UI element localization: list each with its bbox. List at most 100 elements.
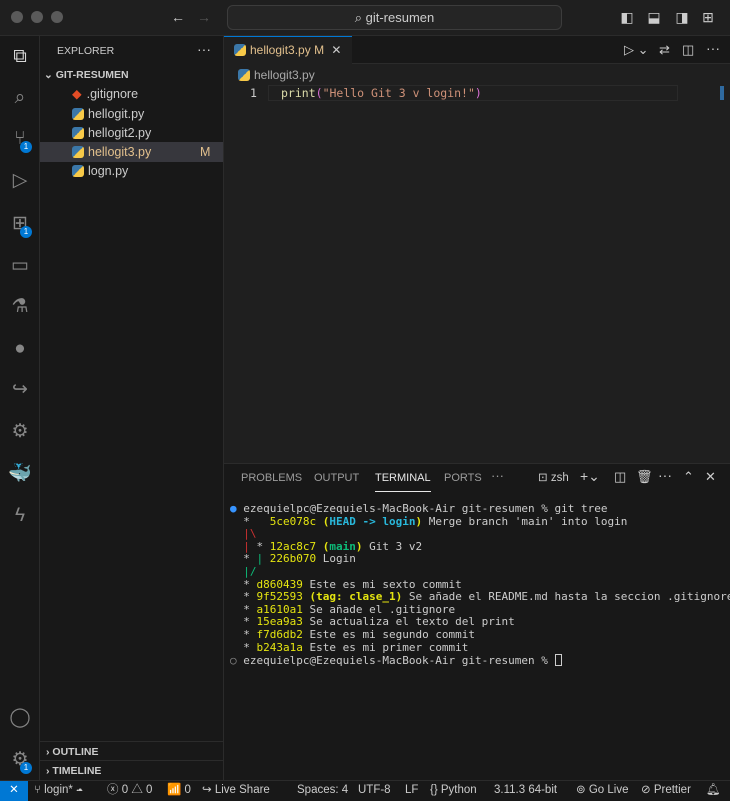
testing-icon[interactable]: ⚗: [0, 289, 40, 325]
account-icon[interactable]: ◯: [0, 700, 40, 736]
file-hellogit2[interactable]: hellogit2.py: [40, 123, 223, 143]
notifications-bell-icon[interactable]: 🔔︎: [706, 781, 721, 800]
prompt: ezequielpc@Ezequiels-MacBook-Air git-res…: [243, 502, 555, 515]
thunder-client-icon[interactable]: ϟ: [0, 498, 40, 534]
more-actions-icon[interactable]: ···: [706, 40, 720, 56]
breadcrumb-file: hellogit3.py: [254, 68, 315, 82]
close-tab-icon[interactable]: ✕: [331, 43, 341, 57]
breadcrumb[interactable]: hellogit3.py: [238, 68, 315, 82]
close-panel-icon[interactable]: ✕: [705, 469, 716, 485]
outline-section[interactable]: › OUTLINE: [40, 741, 223, 761]
branch-icon: ⑂: [34, 784, 45, 796]
tab-ports[interactable]: PORTS: [444, 472, 482, 492]
eol-selector[interactable]: LF: [405, 781, 418, 800]
branch-indicator[interactable]: ⑂ login* ☁: [34, 781, 83, 800]
github-icon[interactable]: ●: [0, 331, 40, 367]
explorer-icon[interactable]: ⧉: [0, 39, 40, 75]
toggle-panel-icon[interactable]: ⬓: [646, 9, 662, 25]
timeline-section[interactable]: › TIMELINE: [40, 760, 223, 780]
tab-problems[interactable]: PROBLEMS: [241, 472, 302, 492]
more-panel-tabs-icon[interactable]: ···: [491, 468, 504, 488]
file-label: .gitignore: [86, 87, 139, 101]
settings-gear-icon[interactable]: ⚙ 1: [0, 742, 40, 778]
remote-explorer-icon[interactable]: ▭: [0, 248, 40, 284]
tab-label: hellogit3.py: [250, 43, 311, 57]
code-string: "Hello Git 3 v login!": [322, 86, 475, 100]
split-terminal-icon[interactable]: ◫: [614, 469, 626, 485]
live-share-icon: ↪: [202, 784, 215, 796]
terminal-shell-selector[interactable]: ⊡ zsh: [538, 470, 569, 484]
docker-icon[interactable]: 🐳: [0, 456, 40, 492]
search-icon[interactable]: ⌕: [0, 80, 40, 116]
close-window-button[interactable]: [11, 11, 23, 23]
timeline-label: TIMELINE: [52, 765, 102, 777]
kill-terminal-icon[interactable]: 🗑: [636, 469, 653, 485]
prettier-button[interactable]: ⊘ Prettier: [641, 781, 691, 800]
file-label: logn.py: [88, 164, 129, 178]
error-icon: ⓧ: [107, 784, 122, 796]
open-changes-icon[interactable]: ⇄: [659, 42, 670, 58]
terminal-cursor: [554, 654, 562, 667]
python-file-icon: [72, 108, 84, 120]
remote-indicator-icon[interactable]: ✕: [0, 781, 28, 801]
more-actions-icon[interactable]: ···: [658, 467, 672, 483]
more-actions-icon[interactable]: ···: [197, 41, 211, 57]
tab-output[interactable]: OUTPUT: [314, 472, 359, 492]
scm-badge: 1: [20, 141, 32, 153]
tab-modified-badge: M: [314, 43, 325, 57]
ports-indicator[interactable]: 📶 0: [167, 781, 191, 800]
prettier-label: Prettier: [653, 784, 691, 796]
terminal-output[interactable]: ● ezequielpc@Ezequiels-MacBook-Air git-r…: [230, 502, 730, 668]
back-arrow-icon[interactable]: ←: [170, 9, 186, 25]
maximize-panel-icon[interactable]: ⌃: [683, 469, 694, 485]
live-share-label: Live Share: [214, 784, 270, 796]
folder-git-resumen[interactable]: ⌄ GIT-RESUMEN: [40, 65, 223, 85]
toggle-secondary-sidebar-icon[interactable]: ◨: [674, 9, 690, 25]
go-live-button[interactable]: ⊚ Go Live: [576, 781, 628, 800]
scrollbar-marker[interactable]: [720, 86, 724, 100]
command-center-search[interactable]: ⌕ git-resumen: [227, 5, 562, 30]
tab-hellogit3[interactable]: hellogit3.py M ✕: [224, 36, 352, 64]
tab-terminal[interactable]: TERMINAL: [375, 472, 431, 492]
live-share-icon[interactable]: ↪: [0, 372, 40, 408]
file-hellogit[interactable]: hellogit.py: [40, 104, 223, 124]
file-hellogit3[interactable]: hellogit3.py M: [40, 142, 223, 162]
prettier-icon: ⊘: [641, 784, 654, 796]
broadcast-icon: ⊚: [576, 784, 589, 796]
extensions-icon[interactable]: ⊞ 1: [0, 206, 40, 242]
encoding-selector[interactable]: UTF-8: [358, 781, 391, 800]
problems-indicator[interactable]: ⓧ 0 △ 0: [107, 781, 152, 800]
file-logn[interactable]: logn.py: [40, 161, 223, 181]
toggle-sidebar-icon[interactable]: ◧: [619, 9, 635, 25]
source-control-icon[interactable]: ⑂ 1: [0, 121, 40, 157]
split-editor-icon[interactable]: ◫: [682, 42, 694, 58]
run-python-icon[interactable]: ▷ ⌄: [624, 42, 649, 58]
python-interpreter-selector[interactable]: 3.11.3 64-bit: [494, 781, 557, 800]
extensions-badge: 1: [20, 226, 32, 238]
search-label: git-resumen: [365, 10, 435, 25]
publish-icon: ☁: [76, 784, 83, 796]
live-share-button[interactable]: ↪ Live Share: [202, 781, 270, 800]
run-debug-icon[interactable]: ▷: [0, 163, 40, 199]
settings-badge: 1: [20, 762, 32, 774]
file-gitignore[interactable]: ◆ .gitignore: [40, 84, 223, 104]
language-label: Python: [440, 784, 477, 796]
file-label: hellogit2.py: [88, 126, 152, 140]
search-icon: ⌕: [354, 10, 366, 25]
status-bar: ✕ ⑂ login* ☁ ⓧ 0 △ 0 📶 0 ↪ Live Share Sp…: [0, 780, 730, 801]
file-label: hellogit.py: [88, 107, 145, 121]
branch-label: login*: [44, 784, 73, 796]
containers-icon[interactable]: ⚙: [0, 414, 40, 450]
indentation-selector[interactable]: Spaces: 4: [297, 781, 348, 800]
editor-tabs: hellogit3.py M ✕ ▷ ⌄ ⇄ ◫ ···: [224, 36, 730, 64]
error-count: 0: [121, 784, 129, 796]
folder-label: GIT-RESUMEN: [55, 69, 129, 81]
new-terminal-icon[interactable]: +⌄: [580, 468, 600, 485]
forward-arrow-icon[interactable]: →: [196, 9, 212, 25]
minimize-window-button[interactable]: [31, 11, 43, 23]
language-mode-selector[interactable]: {} Python: [430, 781, 477, 800]
customize-layout-icon[interactable]: ⊞: [700, 9, 716, 25]
go-live-label: Go Live: [588, 784, 629, 796]
maximize-window-button[interactable]: [51, 11, 63, 23]
code-line-1[interactable]: print("Hello Git 3 v login!"): [281, 86, 482, 100]
